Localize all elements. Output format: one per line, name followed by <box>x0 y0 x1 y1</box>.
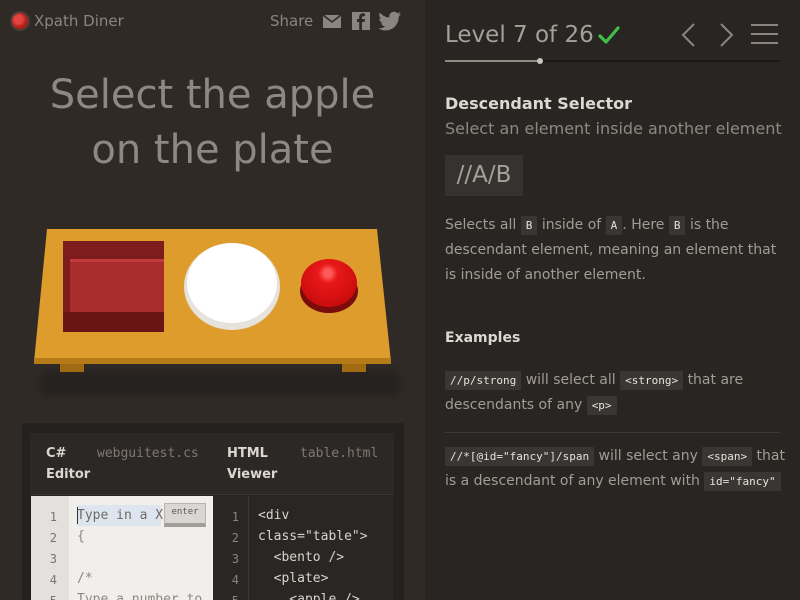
code-chip: id="fancy" <box>704 472 781 491</box>
game-pane: Xpath Diner Share Select the apple on th… <box>0 0 425 600</box>
example-text: will select any <box>598 448 698 464</box>
csharp-file-name: webguitest.cs <box>97 446 199 461</box>
html-file-name: table.html <box>300 446 379 461</box>
example-1: //p/strong will select all <strong> that… <box>445 368 785 418</box>
sidebar-pane: Level 7 of 26 Descendant Selector Select… <box>425 0 800 600</box>
desc-text: inside of <box>541 217 602 233</box>
twitter-icon[interactable] <box>378 11 402 31</box>
code-chip: //p/strong <box>445 371 522 390</box>
html-line: class="table"> <box>258 529 368 544</box>
line-number: 1 <box>231 510 239 524</box>
brand-title: Xpath Diner <box>34 12 124 30</box>
bento-inner <box>70 259 164 312</box>
code-chip: A <box>605 216 623 235</box>
selector-name: Descendant Selector <box>445 94 632 113</box>
check-icon <box>598 26 620 44</box>
level-indicator: Level 7 of 26 <box>445 22 594 48</box>
chevron-right-icon[interactable] <box>715 22 737 48</box>
code-chip: <p> <box>586 396 617 415</box>
level-progress-marker <box>537 58 543 64</box>
logo-icon <box>10 11 30 31</box>
line-number: 5 <box>31 594 57 600</box>
facebook-icon[interactable] <box>351 11 371 31</box>
table-shadow <box>40 370 400 396</box>
html-line: <div <box>258 508 290 523</box>
line-number: 4 <box>231 573 239 587</box>
viewer-title-line-2: Viewer <box>227 467 278 482</box>
level-progress-fill <box>445 60 540 62</box>
html-line: <plate> <box>258 571 329 586</box>
code-chip: B <box>520 216 538 235</box>
selector-syntax: //A/B <box>445 155 523 196</box>
text-caret <box>77 507 78 524</box>
apple[interactable] <box>301 259 357 307</box>
line-number: 3 <box>49 552 57 566</box>
line-number: 2 <box>231 531 239 545</box>
code-chip: B <box>668 216 686 235</box>
level-instruction: Select the apple on the plate <box>0 68 425 178</box>
editor-title-line-2: Editor <box>46 467 91 482</box>
enter-button[interactable]: enter <box>164 503 206 527</box>
editor-title-line-1: C# <box>46 446 67 461</box>
plate-inner <box>187 243 277 323</box>
desc-text: . Here <box>622 217 665 233</box>
code-chip: //*[@id="fancy"]/span <box>445 447 595 466</box>
selector-input[interactable]: Type in a X <box>77 508 163 523</box>
menu-icon[interactable] <box>751 22 778 46</box>
desc-text: Selects all <box>445 217 517 233</box>
line-number: 2 <box>49 531 57 545</box>
code-line: { <box>77 529 85 544</box>
code-line: Type a number to <box>77 592 203 600</box>
line-number: 5 <box>213 594 239 600</box>
table-edge <box>34 358 391 364</box>
example-divider <box>445 432 780 433</box>
viewer-title-line-1: HTML <box>227 446 268 461</box>
share-label: Share <box>270 12 314 30</box>
selector-description: Selects all B inside of A. Here B is the… <box>445 213 785 288</box>
example-text: will select all <box>525 372 616 388</box>
example-2: //*[@id="fancy"]/span will select any <s… <box>445 444 785 494</box>
line-number: 4 <box>49 573 57 587</box>
examples-heading: Examples <box>445 330 521 346</box>
csharp-editor-title: C# Editor <box>46 443 90 485</box>
line-number: 1 <box>49 510 57 524</box>
code-chip: <span> <box>702 447 753 466</box>
html-viewer-code: 1 2 3 4 5 <div class="table"> <bento /> … <box>213 496 393 600</box>
html-viewer-title: HTML Viewer <box>227 443 277 485</box>
chevron-left-icon[interactable] <box>678 22 700 48</box>
selector-title: Select an element inside another element <box>445 119 782 138</box>
code-line: /* <box>77 571 93 586</box>
mail-icon[interactable] <box>322 11 342 31</box>
code-chip: <strong> <box>620 371 684 390</box>
line-number: 3 <box>231 552 239 566</box>
instruction-line-2: on the plate <box>91 127 334 173</box>
html-line: <bento /> <box>258 550 345 565</box>
bento-base <box>63 312 164 332</box>
instruction-line-1: Select the apple <box>49 72 376 118</box>
html-line: <apple /> <box>258 592 360 600</box>
top-bar: Xpath Diner Share <box>0 0 425 44</box>
